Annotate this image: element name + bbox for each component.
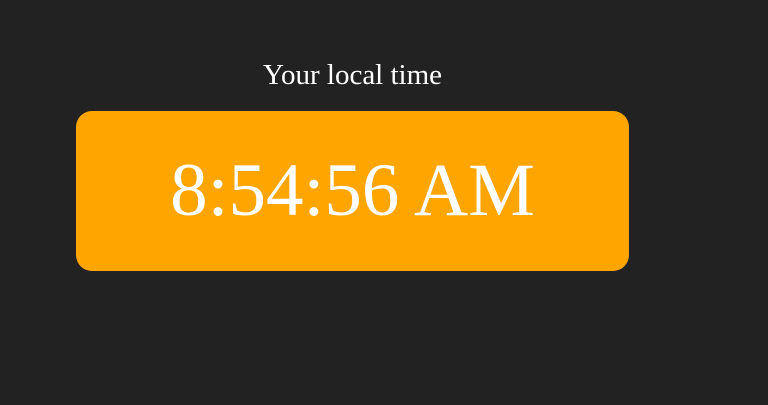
clock-time-display: 8:54:56 AM <box>170 149 535 232</box>
clock-panel: 8:54:56 AM <box>76 111 629 271</box>
page-root: Your local time 8:54:56 AM <box>0 0 768 405</box>
page-title: Your local time <box>262 59 443 91</box>
